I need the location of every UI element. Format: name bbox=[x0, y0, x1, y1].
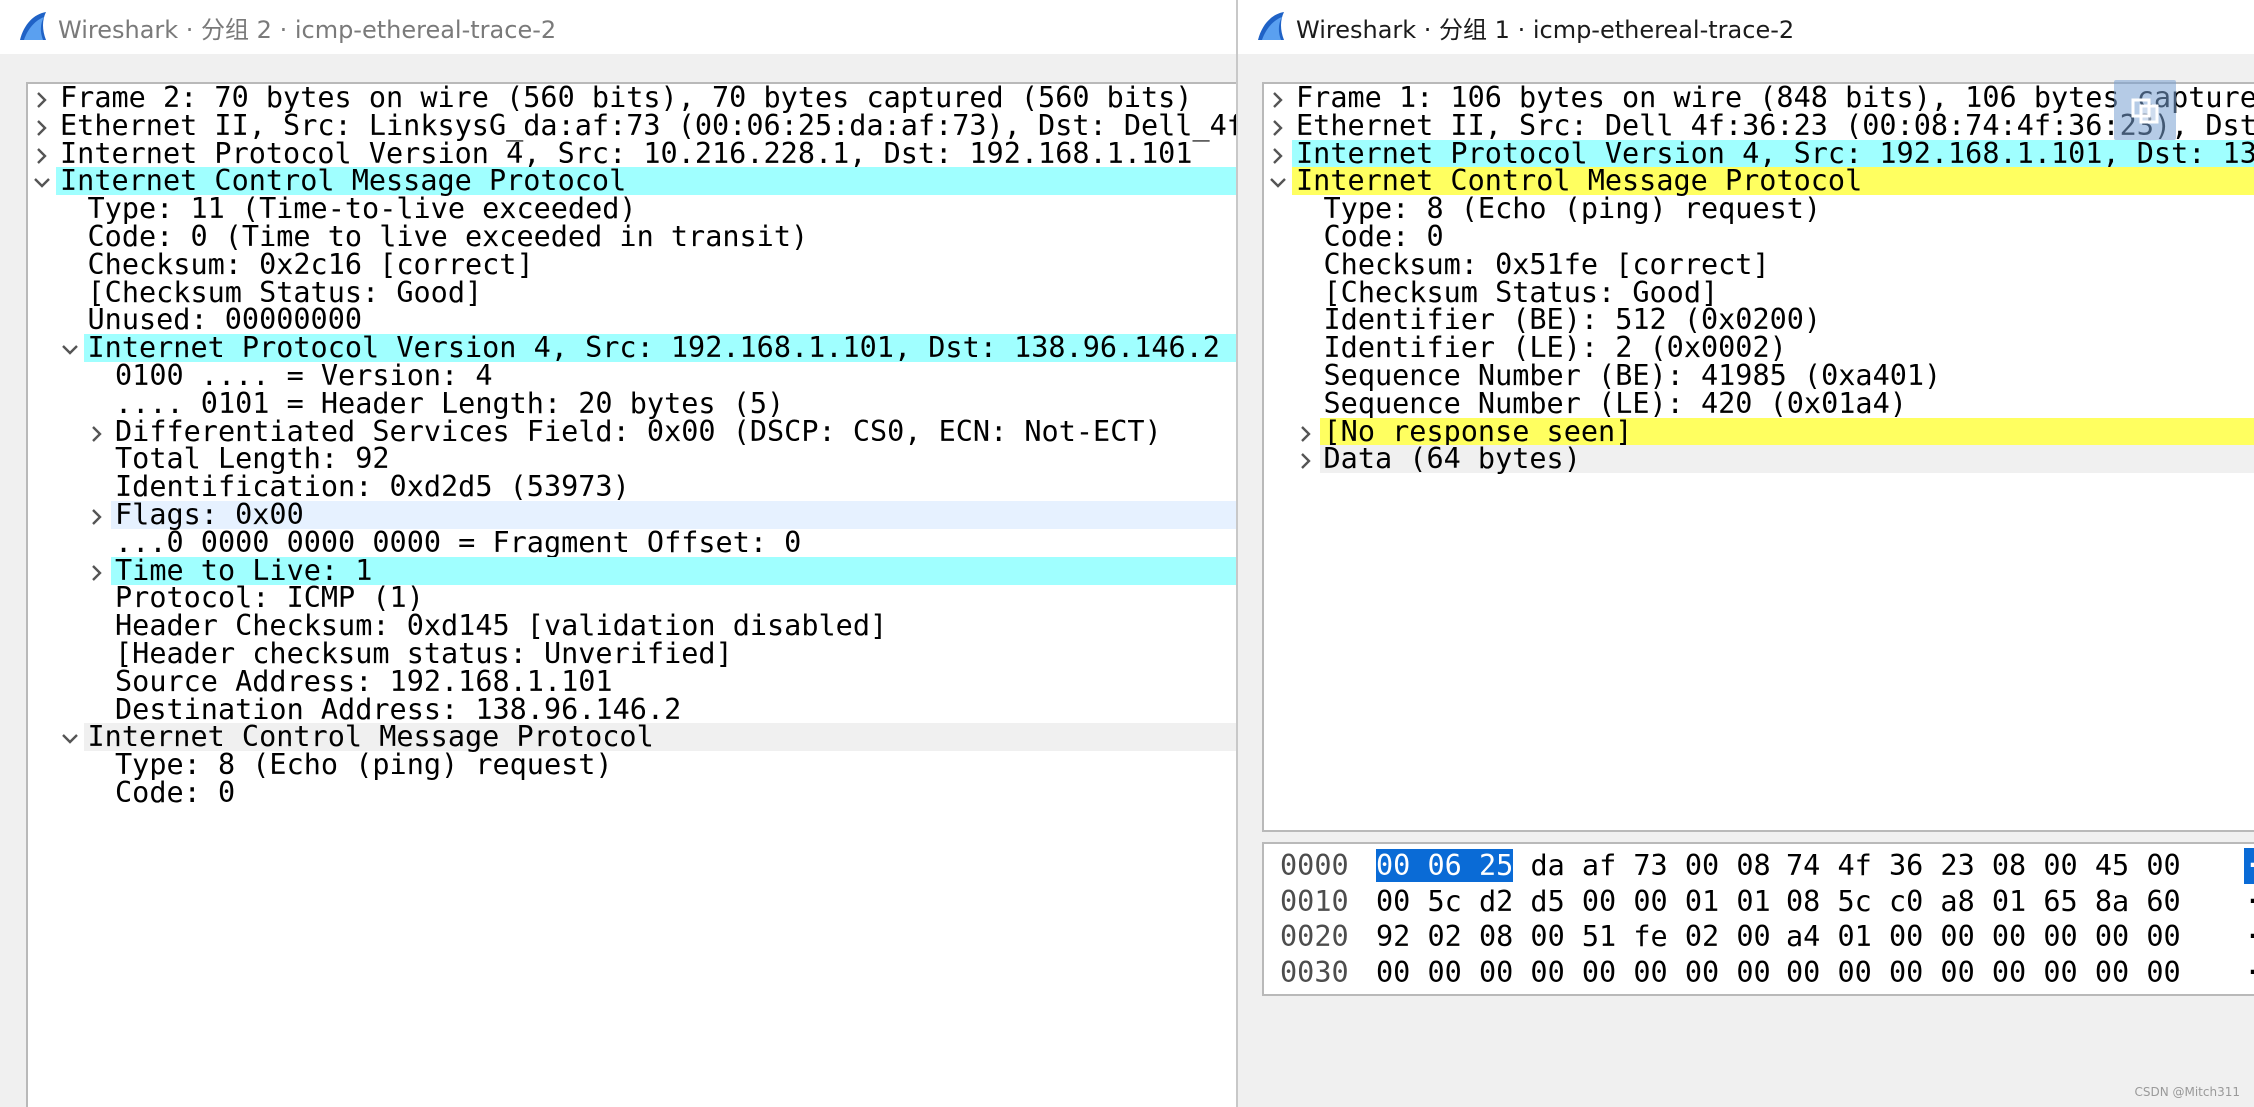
hex-bytes-first-half[interactable]: 00 5c d2 d5 00 00 01 01 bbox=[1376, 884, 1771, 920]
right-window-title: Wireshark · 分组 1 · icmp-ethereal-trace-2 bbox=[1296, 15, 1795, 44]
hex-bytes-first-half[interactable]: 00 06 25 da af 73 00 08 bbox=[1376, 848, 1771, 884]
floating-translate-button[interactable] bbox=[2114, 80, 2176, 140]
right-packet-details-tree[interactable]: Frame 1: 106 bytes on wire (848 bits), 1… bbox=[1262, 82, 2254, 832]
right-packet-window: Wireshark · 分组 1 · icmp-ethereal-trace-2… bbox=[1236, 0, 2254, 1107]
bytes-row[interactable]: 0000 00 06 25 da af 73 00 08 74 4f 36 23 0… bbox=[1264, 848, 2254, 884]
byte-offset: 0020 bbox=[1280, 920, 1349, 953]
ascii-bytes[interactable]: ·· bbox=[2244, 955, 2254, 991]
hex-bytes: 00 5c d2 d5 00 00 01 01 bbox=[1376, 884, 1771, 918]
wireshark-logo-icon bbox=[1258, 12, 1284, 40]
byte-offset: 0010 bbox=[1280, 884, 1349, 918]
hex-bytes: 92 02 08 00 51 fe 02 00 bbox=[1376, 920, 1771, 953]
packet-bytes-pane[interactable]: 0000 00 06 25 da af 73 00 08 74 4f 36 23 0… bbox=[1262, 842, 2254, 996]
bytes-row[interactable]: 0030 00 00 00 00 00 00 00 00 00 00 00 00 0… bbox=[1264, 955, 2254, 991]
ascii-bytes[interactable]: ·· bbox=[2244, 919, 2254, 955]
left-packet-window: Wireshark · 分组 2 · icmp-ethereal-trace-2… bbox=[0, 0, 1236, 1107]
byte-offset: 0030 bbox=[1280, 955, 1349, 989]
tree-row[interactable]: Code: 0 bbox=[28, 773, 1236, 813]
right-title-bar[interactable]: Wireshark · 分组 1 · icmp-ethereal-trace-2 bbox=[1238, 0, 2254, 54]
left-packet-details-tree[interactable]: Frame 2: 70 bytes on wire (560 bits), 70… bbox=[26, 82, 1236, 1107]
wireshark-logo-icon bbox=[20, 12, 46, 40]
hex-bytes-first-half[interactable]: 00 00 00 00 00 00 00 00 bbox=[1376, 955, 1771, 991]
hex-bytes: 00 00 00 00 00 00 00 00 bbox=[1376, 955, 1771, 989]
hex-bytes: da af 73 00 08 bbox=[1513, 849, 1771, 882]
tree-row[interactable]: Data (64 bytes) bbox=[1264, 439, 2254, 479]
ascii-bytes[interactable]: ·· bbox=[2244, 848, 2254, 884]
hex-bytes-second-half[interactable]: a4 01 00 00 00 00 00 00 bbox=[1786, 919, 2181, 955]
hex-bytes-first-half[interactable]: 92 02 08 00 51 fe 02 00 bbox=[1376, 919, 1771, 955]
translate-icon bbox=[2131, 98, 2159, 124]
bytes-row[interactable]: 0010 00 5c d2 d5 00 00 01 01 08 5c c0 a8 0… bbox=[1264, 884, 2254, 920]
selected-bytes[interactable]: 00 06 25 bbox=[1376, 849, 1514, 882]
ascii-bytes[interactable]: ·\ bbox=[2244, 884, 2254, 920]
left-window-title: Wireshark · 分组 2 · icmp-ethereal-trace-2 bbox=[58, 15, 557, 44]
watermark: CSDN @Mitch311 bbox=[2134, 1085, 2240, 1099]
chevron-right-icon[interactable] bbox=[1294, 447, 1318, 471]
byte-offset: 0000 bbox=[1280, 849, 1349, 882]
tree-row-label: Code: 0 bbox=[115, 776, 236, 809]
hex-bytes-second-half[interactable]: 00 00 00 00 00 00 00 00 bbox=[1786, 955, 2181, 991]
hex-bytes-second-half[interactable]: 74 4f 36 23 08 00 45 00 bbox=[1786, 848, 2181, 884]
bytes-row[interactable]: 0020 92 02 08 00 51 fe 02 00 a4 01 00 00 0… bbox=[1264, 919, 2254, 955]
hex-bytes-second-half[interactable]: 08 5c c0 a8 01 65 8a 60 bbox=[1786, 884, 2181, 920]
tree-row-label: Data (64 bytes) bbox=[1323, 442, 1581, 475]
left-title-bar[interactable]: Wireshark · 分组 2 · icmp-ethereal-trace-2 bbox=[0, 0, 1236, 54]
